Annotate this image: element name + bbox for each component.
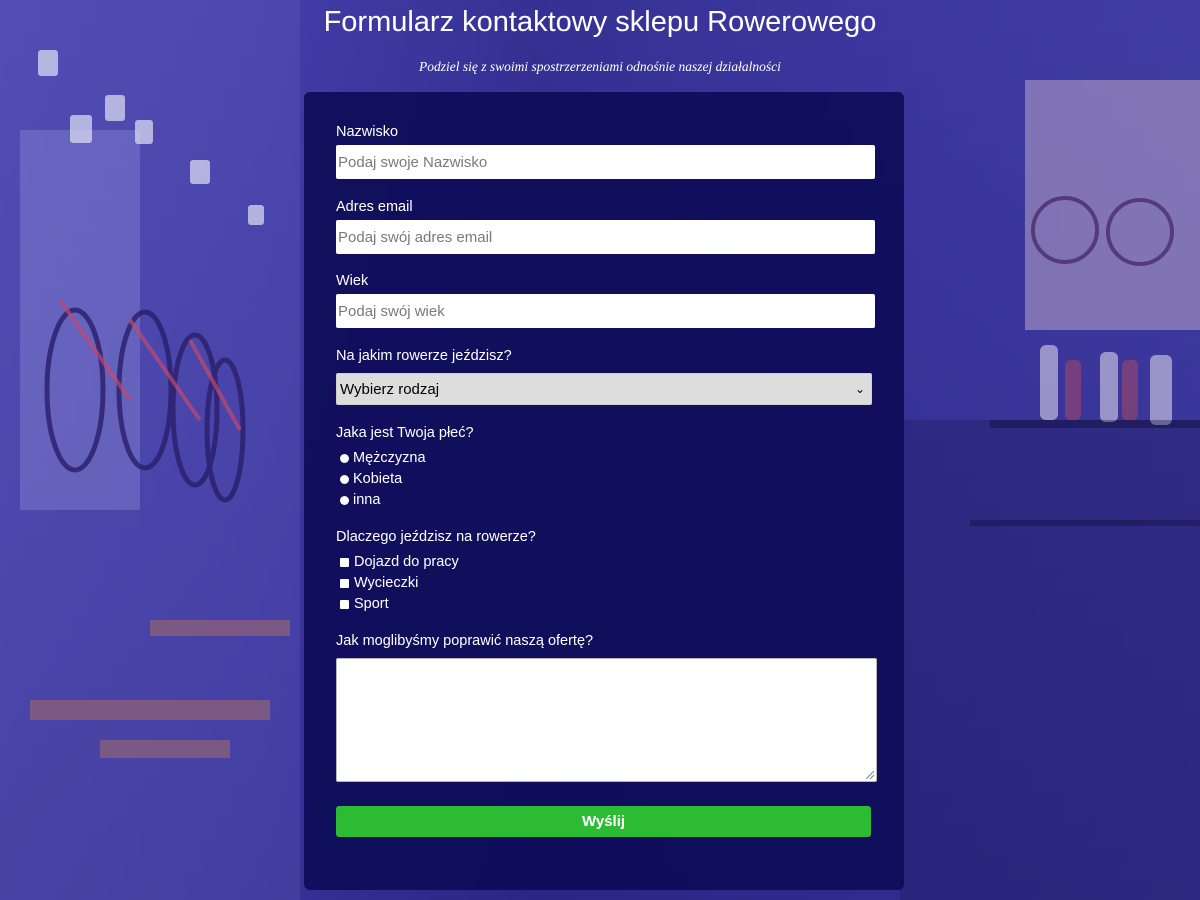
gender-label: Jaka jest Twoja płeć? (336, 425, 474, 441)
page-title: Formularz kontaktowy sklepu Rowerowego (323, 6, 877, 38)
bike-type-selected-value: Wybierz rodzaj (340, 380, 440, 398)
reason-option-trips[interactable]: Wycieczki (340, 575, 418, 591)
checkbox[interactable] (340, 599, 349, 609)
radio-button[interactable] (340, 453, 349, 463)
email-input[interactable] (336, 220, 875, 254)
submit-button[interactable]: Wyślij (336, 806, 871, 837)
age-input[interactable] (336, 294, 875, 328)
resize-grip-icon[interactable] (866, 771, 874, 779)
reason-option-commute[interactable]: Dojazd do pracy (340, 554, 459, 570)
surname-label: Nazwisko (336, 124, 399, 140)
radio-button[interactable] (340, 474, 349, 484)
improvement-label: Jak moglibyśmy poprawić naszą ofertę? (336, 633, 594, 649)
reason-option-sport[interactable]: Sport (340, 596, 389, 612)
age-label: Wiek (336, 273, 369, 289)
checkbox[interactable] (340, 578, 349, 588)
checkbox[interactable] (340, 557, 349, 567)
bike-type-label: Na jakim rowerze jeździsz? (336, 348, 512, 364)
contact-form: Nazwisko Adres email Wiek Na jakim rower… (304, 92, 904, 890)
page-subtitle: Podziel się z swoimi spostrzerzeniami od… (419, 59, 781, 74)
reasons-label: Dlaczego jeździsz na rowerze? (336, 529, 536, 545)
email-label: Adres email (336, 199, 413, 215)
gender-option-other[interactable]: inna (340, 492, 380, 508)
radio-button[interactable] (340, 495, 349, 505)
bike-type-select[interactable]: Wybierz rodzaj ⌄ (336, 373, 872, 405)
improvement-textarea[interactable] (336, 658, 877, 782)
chevron-down-icon: ⌄ (854, 382, 865, 396)
gender-option-male[interactable]: Mężczyzna (340, 450, 426, 466)
surname-input[interactable] (336, 145, 875, 179)
gender-option-female[interactable]: Kobieta (340, 471, 402, 487)
